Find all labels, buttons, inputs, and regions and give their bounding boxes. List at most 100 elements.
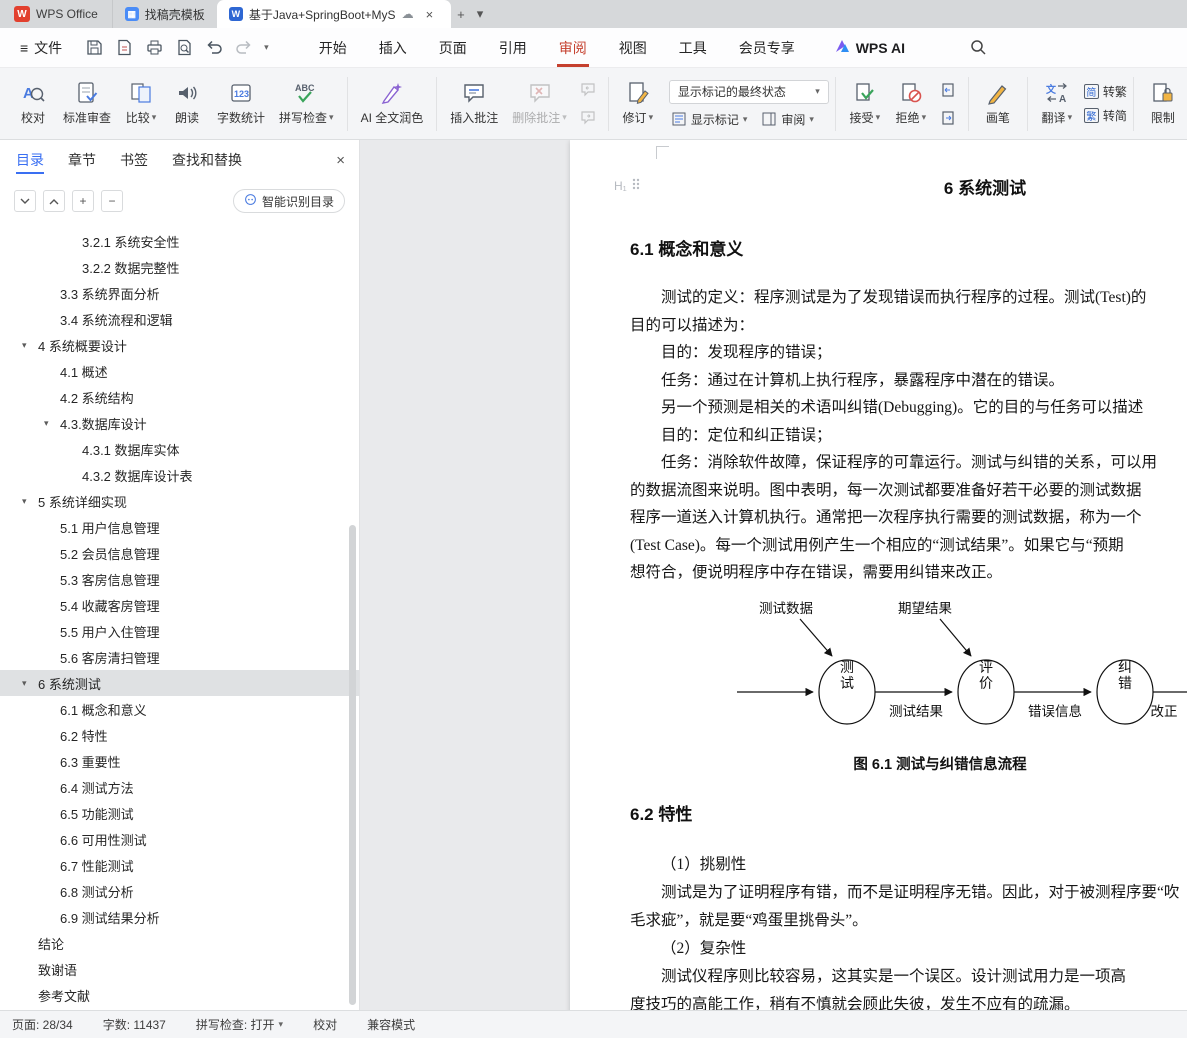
new-tab-button[interactable]: + [451,0,471,28]
print-preview-button[interactable] [174,38,194,58]
redo-button[interactable] [234,38,254,58]
sidebar-panel-tab[interactable]: 章节 [68,140,96,180]
app-logo[interactable]: W WPS Office [0,0,112,28]
toc-item[interactable]: ▾ 5.6 客房清扫管理 [0,644,359,670]
toc-collapse-icon[interactable]: ▾ [22,340,27,351]
pen-button[interactable]: 画笔 [975,73,1021,135]
menu-tab[interactable]: 开始 [315,28,351,67]
sidebar-panel-tab[interactable]: 查找和替换 [172,140,242,180]
page-indicator[interactable]: 页面: 28/34 [12,1016,73,1033]
toc-item[interactable]: ▾ 结论 [0,930,359,956]
tab-list-dropdown-icon[interactable]: ▾ [471,0,490,28]
export-pdf-button[interactable] [114,38,134,58]
toc-item[interactable]: ▾ 5 系统详细实现 [0,488,359,514]
toc-item[interactable]: ▾ 参考文献 [0,982,359,1008]
review-pane-button[interactable]: 审阅 ▾ [761,111,814,128]
toc-item[interactable]: ▾ 6.4 测试方法 [0,774,359,800]
toc-item[interactable]: ▾ 4.3.2 数据库设计表 [0,462,359,488]
toc-item[interactable]: ▾ 5.5 用户入住管理 [0,618,359,644]
toc-item[interactable]: ▾ 3.3 系统界面分析 [0,280,359,306]
show-markup-button[interactable]: 显示标记 ▾ [671,111,747,128]
zoom-in-toc-button[interactable]: + [72,190,94,212]
read-aloud-button[interactable]: 朗读 [164,73,210,135]
toc-item[interactable]: ▾ 6 系统测试 [0,670,359,696]
word-count-indicator[interactable]: 字数: 11437 [103,1016,166,1033]
document-tab-active[interactable]: W 基于Java+SpringBoot+MyS ☁ × [216,0,452,28]
menu-tab[interactable]: 工具 [675,28,711,67]
toc-item[interactable]: ▾ 6.9 测试结果分析 [0,904,359,930]
toc-item[interactable]: ▾ 6.5 功能测试 [0,800,359,826]
toc-item[interactable]: ▾ 4.2 系统结构 [0,384,359,410]
delete-comment-button[interactable]: 删除批注 ▾ [505,73,574,135]
toc-collapse-icon[interactable]: ▾ [22,678,27,689]
redo-dropdown-icon[interactable]: ▾ [264,43,269,52]
toc-collapse-icon[interactable]: ▾ [44,418,49,429]
next-comment-button[interactable] [578,108,598,128]
toc-item[interactable]: ▾ 致谢语 [0,956,359,982]
toc-item[interactable]: ▾ 4.3.数据库设计 [0,410,359,436]
revision-button[interactable]: 修订 ▾ [615,73,661,135]
proofread-button[interactable]: A 校对 [10,73,56,135]
menu-tab[interactable]: 审阅 [555,28,591,67]
toc-item[interactable]: ▾ 3.2.1 系统安全性 [0,228,359,254]
toc-item[interactable]: ▾ 3.4 系统流程和逻辑 [0,306,359,332]
toc-item[interactable]: ▾ 5.3 客房信息管理 [0,566,359,592]
close-tab-icon[interactable]: × [420,7,440,22]
document-tab-template[interactable]: ▦ 找稿壳模板 [111,0,217,28]
toc-item[interactable]: ▾ 5.4 收藏客房管理 [0,592,359,618]
spell-check-indicator[interactable]: 拼写检查: 打开 ▾ [196,1016,283,1033]
toc-item[interactable]: ▾ 6.6 可用性测试 [0,826,359,852]
save-button[interactable] [84,38,104,58]
menu-tab[interactable]: 会员专享 [735,28,799,67]
sidebar-panel-tab[interactable]: 书签 [120,140,148,180]
drag-handle-icon[interactable] [632,178,640,193]
word-count-button[interactable]: 123 字数统计 [210,73,272,135]
zoom-out-toc-button[interactable]: − [101,190,123,212]
toc-item[interactable]: ▾ 4.1 概述 [0,358,359,384]
toc-item[interactable]: ▾ 6.2 特性 [0,722,359,748]
document-canvas[interactable]: H₁ 6 系统测试 6.1 概念和意义 测试的定义：程序测试是为了发现错误而执行… [360,140,1187,1010]
toc-item[interactable]: ▾ 3.2.2 数据完整性 [0,254,359,280]
ai-polish-button[interactable]: AI 全文润色 [354,73,431,135]
toc-scrollbar-thumb[interactable] [349,525,356,1005]
close-pane-icon[interactable]: × [336,152,345,169]
toc-item[interactable]: ▾ 6.3 重要性 [0,748,359,774]
sidebar-panel-tab[interactable]: 目录 [16,140,44,180]
menu-tab[interactable]: 插入 [375,28,411,67]
expand-all-button[interactable] [14,190,36,212]
previous-comment-button[interactable] [578,80,598,100]
toc-item[interactable]: ▾ 6.1 概念和意义 [0,696,359,722]
undo-button[interactable] [204,38,224,58]
spell-check-button[interactable]: ABC 拼写检查 ▾ [272,73,341,135]
file-menu-button[interactable]: ≡ 文件 [12,38,70,58]
menu-tab[interactable]: 引用 [495,28,531,67]
toc-item[interactable]: ▾ 5.1 用户信息管理 [0,514,359,540]
previous-revision-button[interactable] [938,80,958,100]
markup-state-select[interactable]: 显示标记的最终状态 ▾ [668,79,829,104]
heading-anchor[interactable]: H₁ [614,178,640,193]
toc-collapse-icon[interactable]: ▾ [22,496,27,507]
print-button[interactable] [144,38,164,58]
search-button[interactable] [969,38,989,58]
compare-button[interactable]: 比较 ▾ [118,73,164,135]
insert-comment-button[interactable]: 插入批注 [443,73,505,135]
toc-item[interactable]: ▾ 5.2 会员信息管理 [0,540,359,566]
to-traditional-button[interactable]: 简 转繁 [1083,83,1127,100]
toc-item[interactable]: ▾ 6.7 性能测试 [0,852,359,878]
toc-item[interactable]: ▾ 4.3.1 数据库实体 [0,436,359,462]
translate-button[interactable]: 文A 翻译 ▾ [1034,73,1080,135]
collapse-all-button[interactable] [43,190,65,212]
reject-button[interactable]: 拒绝 ▾ [888,73,934,135]
accept-button[interactable]: 接受 ▾ [842,73,888,135]
proofread-indicator[interactable]: 校对 [313,1016,337,1033]
standard-review-button[interactable]: 标准审查 [56,73,118,135]
next-revision-button[interactable] [938,108,958,128]
smart-toc-button[interactable]: 智能识别目录 [232,189,345,213]
toc-item[interactable]: ▾ 6.8 测试分析 [0,878,359,904]
menu-tab[interactable]: 视图 [615,28,651,67]
document-page[interactable]: H₁ 6 系统测试 6.1 概念和意义 测试的定义：程序测试是为了发现错误而执行… [570,140,1187,1010]
wps-ai-button[interactable]: WPS AI [835,39,905,56]
toc-item[interactable]: ▾ 4 系统概要设计 [0,332,359,358]
to-simplified-button[interactable]: 繁 转简 [1083,107,1127,124]
restrict-button[interactable]: 限制 [1140,73,1186,135]
